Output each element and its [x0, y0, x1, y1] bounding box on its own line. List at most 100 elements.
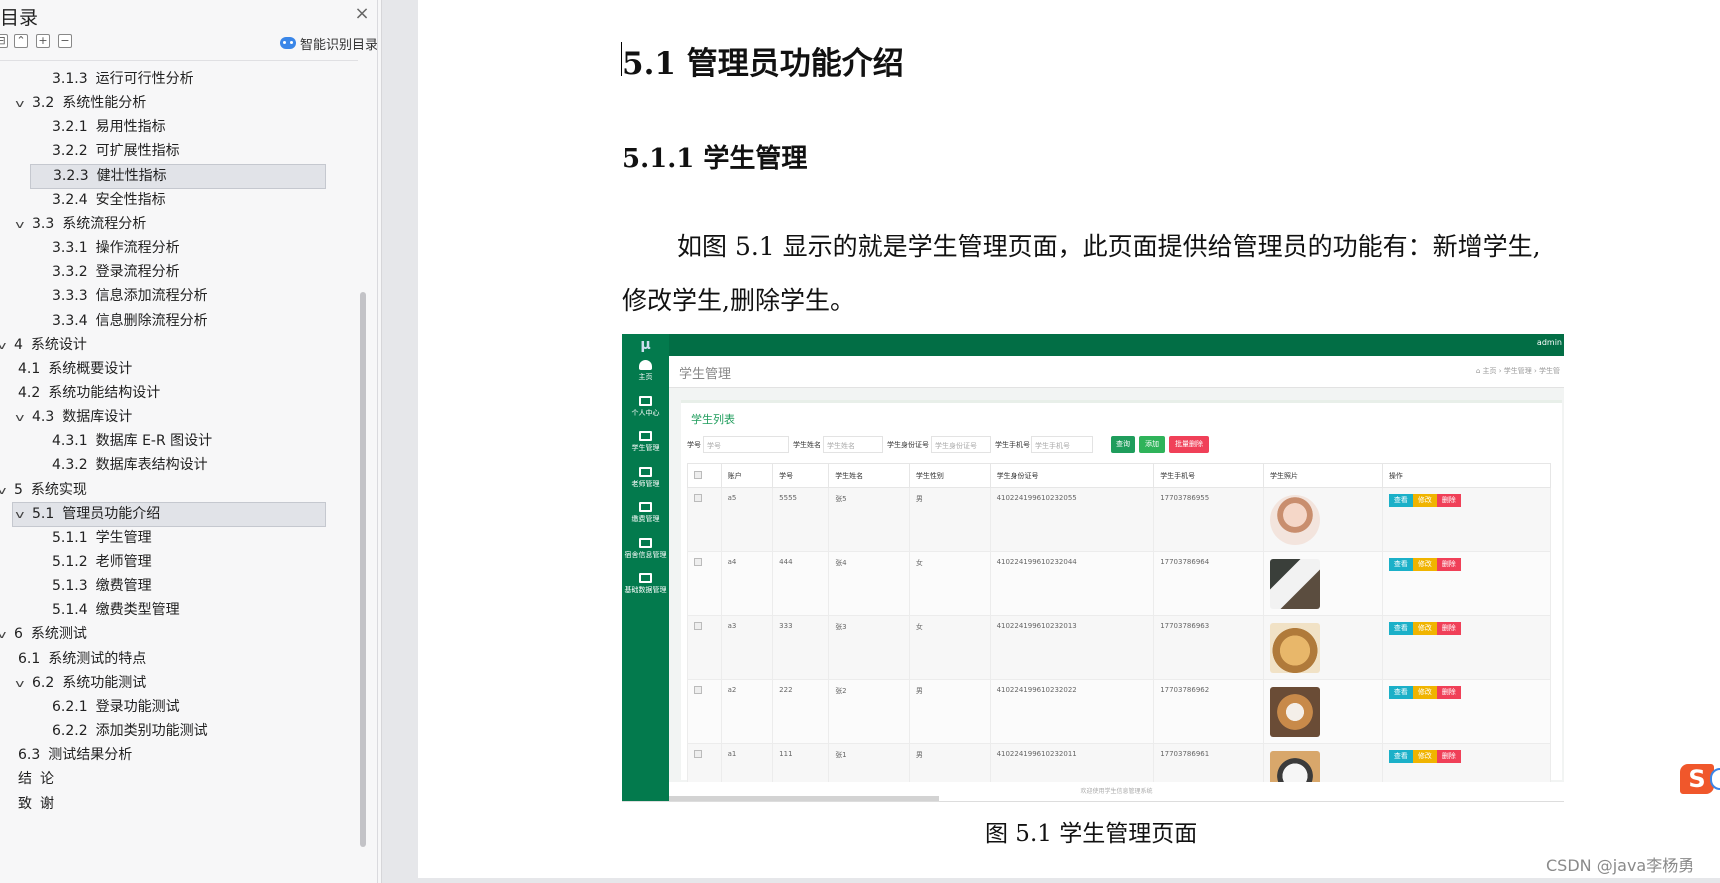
photo-cell	[1263, 551, 1383, 616]
table-cell: 男	[908, 679, 991, 744]
row-checkbox[interactable]	[694, 558, 702, 566]
row-checkbox-cell	[687, 679, 722, 744]
delete-button[interactable]: 删除	[1436, 494, 1461, 507]
heading-1: 5.1 管理员功能介绍	[622, 46, 904, 82]
monitor-icon	[639, 573, 652, 583]
monitor-icon	[639, 431, 652, 441]
table-cell: 张3	[828, 615, 910, 680]
heading-2: 5.1.1 学生管理	[622, 144, 808, 174]
table-cell: 5555	[772, 487, 830, 552]
edit-button[interactable]: 修改	[1412, 686, 1437, 699]
fig-nav-label: 基础数据管理	[624, 586, 667, 594]
fig-input-idcard[interactable]: 学生身份证号	[931, 436, 991, 453]
view-button[interactable]: 查看	[1388, 622, 1413, 635]
fig-nav-item[interactable]: 基础数据管理	[622, 573, 669, 595]
fig-batch-delete-button[interactable]: 批量删除	[1169, 436, 1209, 453]
fig-nav-item[interactable]: 学生管理	[622, 431, 669, 453]
edit-button[interactable]: 修改	[1412, 750, 1437, 763]
fig-column-header: 账户	[720, 463, 774, 488]
monitor-icon	[639, 395, 652, 406]
row-checkbox-cell	[687, 551, 722, 616]
table-cell: 张2	[828, 679, 910, 744]
fig-nav-item[interactable]: 缴费管理	[622, 502, 669, 524]
table-row: a3 333 张3 女 410224199610232013 17703786963 查看修…	[687, 615, 1552, 680]
photo-cell	[1263, 679, 1383, 744]
fig-label-idcard: 学生身份证号	[887, 441, 929, 449]
delete-button[interactable]: 删除	[1436, 686, 1461, 699]
table-cell: a3	[720, 615, 774, 680]
table-cell: 222	[772, 679, 830, 744]
fig-card-title: 学生列表	[691, 413, 735, 426]
student-photo	[1270, 623, 1321, 673]
fig-column-header: 操作	[1381, 463, 1552, 488]
table-cell: a5	[720, 487, 774, 552]
document-content: 5.1 管理员功能介绍 5.1.1 学生管理 如图 5.1 显示的就是学生管理页…	[0, 0, 1564, 878]
fig-label-phone: 学生手机号	[995, 441, 1030, 449]
select-all-checkbox[interactable]	[694, 470, 702, 479]
table-cell: 410224199610232022	[989, 679, 1155, 744]
fig-nav-item[interactable]: 宿舍信息管理	[622, 537, 669, 560]
fig-column-header: 学生照片	[1263, 463, 1383, 488]
fig-nav-label: 宿舍信息管理	[624, 550, 667, 559]
view-button[interactable]: 查看	[1388, 750, 1413, 763]
photo-cell	[1263, 487, 1383, 552]
row-checkbox[interactable]	[694, 750, 702, 758]
fig-page-title: 学生管理	[679, 367, 732, 382]
fig-input-name[interactable]: 学生姓名	[823, 436, 883, 453]
fig-input-id[interactable]: 学号	[703, 436, 789, 453]
edit-button[interactable]: 修改	[1412, 494, 1437, 507]
table-cell: 17703786963	[1153, 615, 1265, 680]
row-checkbox[interactable]	[694, 686, 702, 694]
table-cell: 张5	[828, 487, 910, 552]
table-row: a2 222 张2 男 410224199610232022 17703786962 查看修…	[687, 679, 1552, 744]
delete-button[interactable]: 删除	[1436, 622, 1461, 635]
photo-cell	[1263, 615, 1383, 680]
fig-nav-item[interactable]: 主页	[622, 360, 669, 382]
actions-cell: 查看 修改 删除	[1381, 487, 1552, 552]
table-cell: 男	[908, 487, 991, 552]
table-cell: 410224199610232013	[989, 615, 1155, 680]
table-cell: 17703786964	[1153, 551, 1265, 616]
view-button[interactable]: 查看	[1388, 558, 1413, 571]
body-paragraph: 如图 5.1 显示的就是学生管理页面，此页面提供给管理员的功能有：新增学生,修改…	[622, 232, 1541, 315]
row-checkbox-cell	[687, 615, 722, 680]
monitor-icon	[639, 537, 652, 548]
fig-column-header: 学生身份证号	[989, 463, 1155, 488]
actions-cell: 查看 修改 删除	[1381, 615, 1552, 680]
fig-query-button[interactable]: 查询	[1111, 436, 1135, 453]
table-cell: a2	[720, 679, 774, 744]
sogou-ime-icon[interactable]: S	[1680, 764, 1714, 794]
row-checkbox[interactable]	[694, 494, 702, 502]
figure-screenshot[interactable]: admin μ 主页 个人中心 学生管理 老师管理 缴费管理 宿舍信息管理 基础数据管理 学…	[622, 334, 1564, 802]
table-cell: 410224199610232044	[989, 551, 1155, 616]
delete-button[interactable]: 删除	[1436, 750, 1461, 763]
row-checkbox[interactable]	[694, 622, 702, 630]
view-button[interactable]: 查看	[1388, 494, 1413, 507]
fig-nav-item[interactable]: 个人中心	[622, 395, 669, 418]
row-checkbox-cell	[687, 487, 722, 552]
fig-add-button[interactable]: 添加	[1139, 436, 1165, 453]
view-button[interactable]: 查看	[1388, 686, 1413, 699]
table-cell: 17703786962	[1153, 679, 1265, 744]
fig-column-header: 学生性别	[908, 463, 991, 488]
actions-cell: 查看 修改 删除	[1381, 551, 1552, 616]
fig-input-phone[interactable]: 学生手机号	[1031, 436, 1093, 453]
fig-column-header: 学号	[772, 463, 830, 488]
table-cell: 333	[772, 615, 830, 680]
delete-button[interactable]: 删除	[1436, 558, 1461, 571]
fig-nav-item[interactable]: 老师管理	[622, 466, 669, 489]
fig-admin-label: admin	[1536, 338, 1562, 347]
fig-nav-label: 学生管理	[631, 444, 660, 452]
fig-card: 学生列表 学号 学号 学生姓名 学生姓名 学生身份证号 学生身份证号 学生手机号…	[681, 400, 1562, 801]
table-cell: 444	[772, 551, 830, 616]
fig-column-header[interactable]	[687, 463, 722, 488]
fig-column-header: 学生姓名	[828, 463, 910, 488]
fig-breadcrumb: ⌂ 主页 › 学生管理 › 学生管	[1475, 367, 1560, 375]
edit-button[interactable]: 修改	[1412, 622, 1437, 635]
fig-page-header: 学生管理 ⌂ 主页 › 学生管理 › 学生管	[669, 356, 1564, 388]
table-cell: 女	[908, 615, 991, 680]
student-photo	[1270, 495, 1321, 545]
edit-button[interactable]: 修改	[1412, 558, 1437, 571]
watermark: CSDN @java李杨勇	[1546, 856, 1695, 875]
fig-nav-label: 个人中心	[631, 408, 660, 417]
